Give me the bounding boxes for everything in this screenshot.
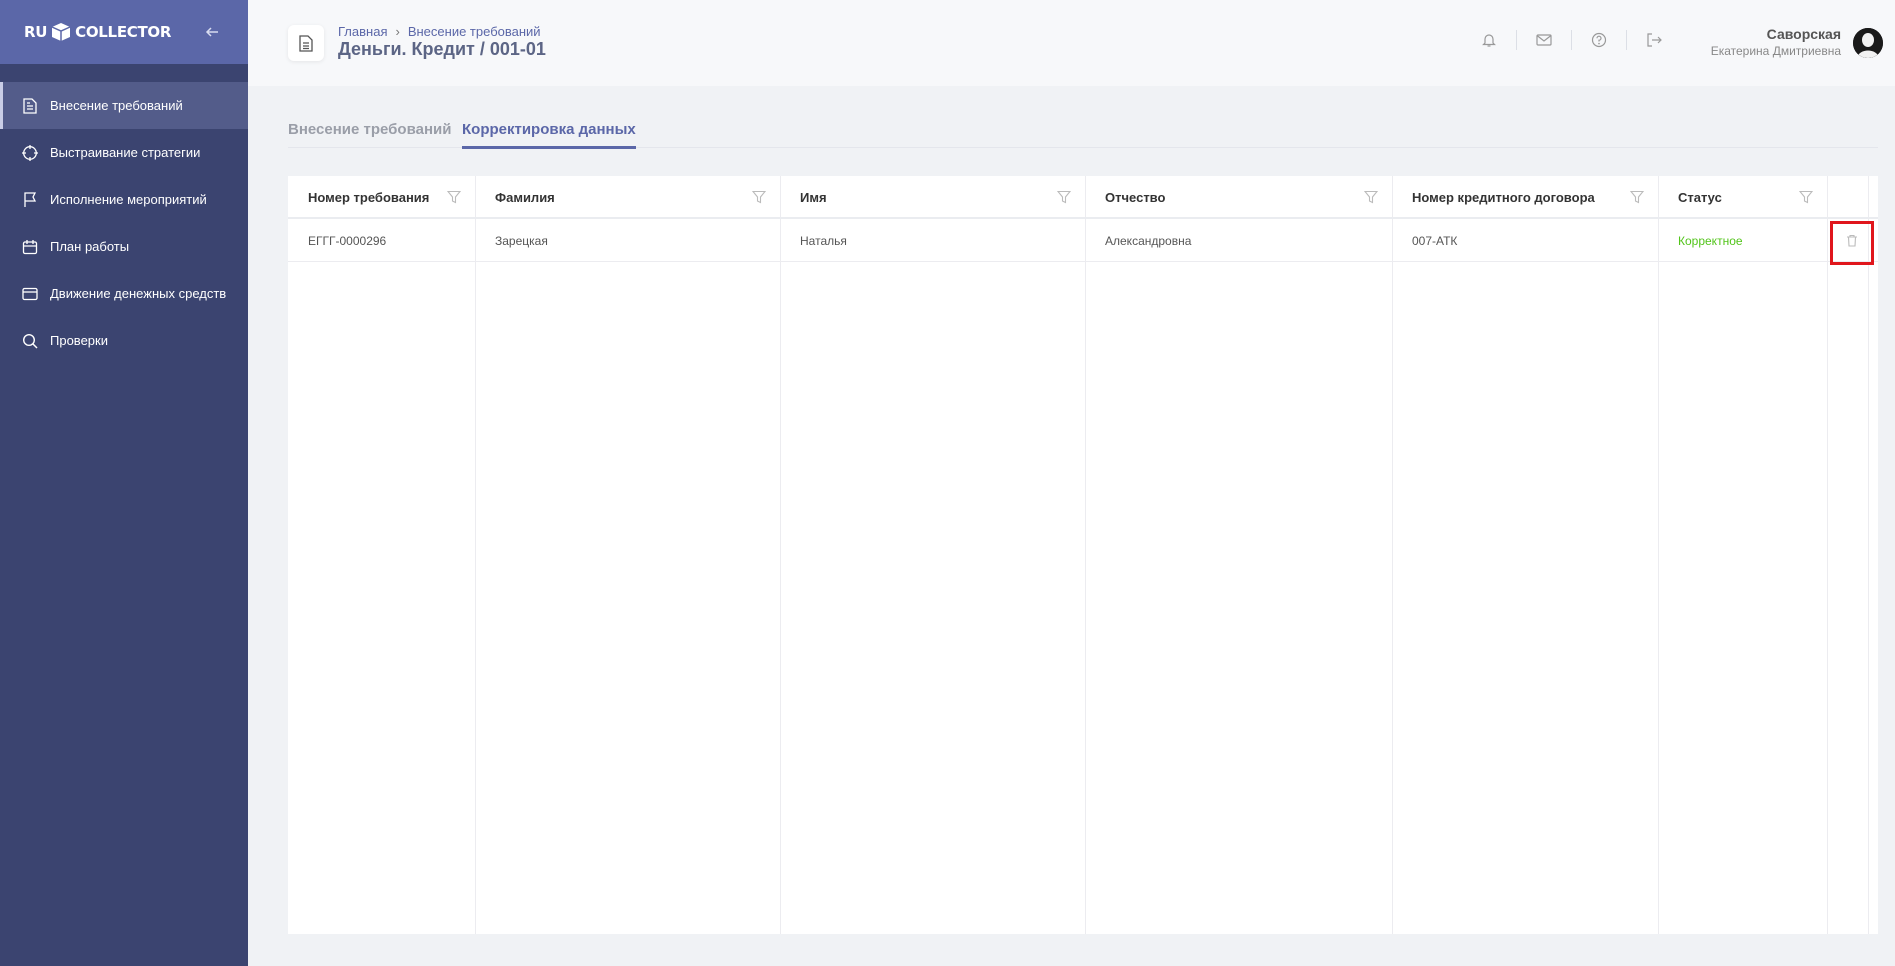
flag-icon [22,191,38,208]
sidebar-item-label: Внесение требований [50,98,183,113]
cell-patronymic: Александровна [1105,233,1192,248]
logo-cube-icon [50,22,72,42]
delete-row-button[interactable] [1830,221,1874,265]
breadcrumb-separator: › [395,24,400,39]
sidebar-nav: Внесение требований Выстраивание стратег… [0,64,248,364]
credit-card-icon [22,286,38,302]
filter-icon[interactable] [1629,190,1645,204]
sidebar-item-label: Проверки [50,333,108,348]
table-row[interactable]: ЕГГГ-0000296 Зарецкая Наталья Александро… [288,219,1878,262]
column-divider [475,176,476,934]
column-header-label: Имя [800,190,827,205]
breadcrumb-current[interactable]: Внесение требований [408,24,541,39]
filter-icon[interactable] [1056,190,1072,204]
document-icon [22,97,38,114]
header-divider [1626,30,1627,50]
sidebar-item-cashflow[interactable]: Движение денежных средств [0,270,248,317]
logo-text-left: RU [24,23,48,41]
user-first-name: Екатерина Дмитриевна [1710,44,1841,58]
user-info[interactable]: Саворская Екатерина Дмитриевна [1711,26,1841,58]
column-divider [1392,176,1393,934]
column-header-label: Отчество [1105,190,1166,205]
cell-contract-number: 007-АТК [1412,233,1458,248]
column-divider [780,176,781,934]
header-divider [1516,30,1517,50]
cell-last-name: Зарецкая [495,233,548,248]
data-table: Номер требования Фамилия Имя Отчество Но… [288,176,1878,934]
column-divider [1868,176,1869,934]
sidebar-item-activities[interactable]: Исполнение мероприятий [0,176,248,223]
sidebar-item-plan[interactable]: План работы [0,223,248,270]
search-icon [22,333,38,349]
column-header: Отчество [1085,176,1392,219]
column-divider [1827,176,1828,934]
sidebar: RU COLLECTOR Внесение требований Выстраи… [0,0,248,966]
page-title: Деньги. Кредит / 001-01 [338,39,546,59]
tab-requirements[interactable]: Внесение требований [288,121,451,146]
filter-icon[interactable] [751,190,767,204]
sidebar-header: RU COLLECTOR [0,0,248,64]
header-actions [1480,30,1663,50]
column-header: Номер кредитного договора [1392,176,1658,219]
arrow-left-icon[interactable] [200,20,224,44]
logout-icon[interactable] [1645,31,1663,49]
column-header: Имя [780,176,1085,219]
column-header-label: Фамилия [495,190,555,205]
column-header-label: Номер кредитного договора [1412,190,1595,205]
filter-icon[interactable] [1798,190,1814,204]
page-document-icon [288,25,324,61]
breadcrumb-home[interactable]: Главная [338,24,387,39]
cell-first-name: Наталья [800,233,847,248]
column-header-label: Номер требования [308,190,430,205]
calendar-icon [22,239,38,255]
crosshair-icon [22,144,38,161]
avatar[interactable] [1853,28,1883,58]
logo-text-right: COLLECTOR [75,23,172,41]
trash-icon [1846,234,1858,252]
user-last-name: Саворская [1766,26,1841,42]
sidebar-item-label: Движение денежных средств [50,286,227,301]
column-header-label: Статус [1678,190,1722,205]
filter-icon[interactable] [446,190,462,204]
column-divider [1085,176,1086,934]
filter-icon[interactable] [1363,190,1379,204]
table-header: Номер требования Фамилия Имя Отчество Но… [288,176,1878,219]
sidebar-item-strategy[interactable]: Выстраивание стратегии [0,129,248,176]
column-header: Фамилия [475,176,780,219]
tab-data-correction[interactable]: Корректировка данных [462,121,636,149]
sidebar-item-label: Выстраивание стратегии [50,145,201,160]
tabs: Внесение требований Корректировка данных [288,118,1878,149]
bell-icon[interactable] [1480,31,1498,49]
sidebar-item-label: Исполнение мероприятий [50,192,207,207]
header-divider [1571,30,1572,50]
breadcrumb: Главная › Внесение требований [338,24,541,39]
column-header: Статус [1658,176,1827,219]
help-icon[interactable] [1590,31,1608,49]
cell-requirement-number: ЕГГГ-0000296 [308,233,387,248]
column-header: Номер требования [288,176,475,219]
sidebar-item-label: План работы [50,239,130,254]
logo[interactable]: RU COLLECTOR [24,22,171,42]
cell-status: Корректное [1678,233,1743,248]
mail-icon[interactable] [1535,31,1553,49]
sidebar-item-requirements[interactable]: Внесение требований [0,82,248,129]
column-divider [1658,176,1659,934]
sidebar-item-checks[interactable]: Проверки [0,317,248,364]
top-header: Главная › Внесение требований Деньги. Кред… [248,0,1895,86]
